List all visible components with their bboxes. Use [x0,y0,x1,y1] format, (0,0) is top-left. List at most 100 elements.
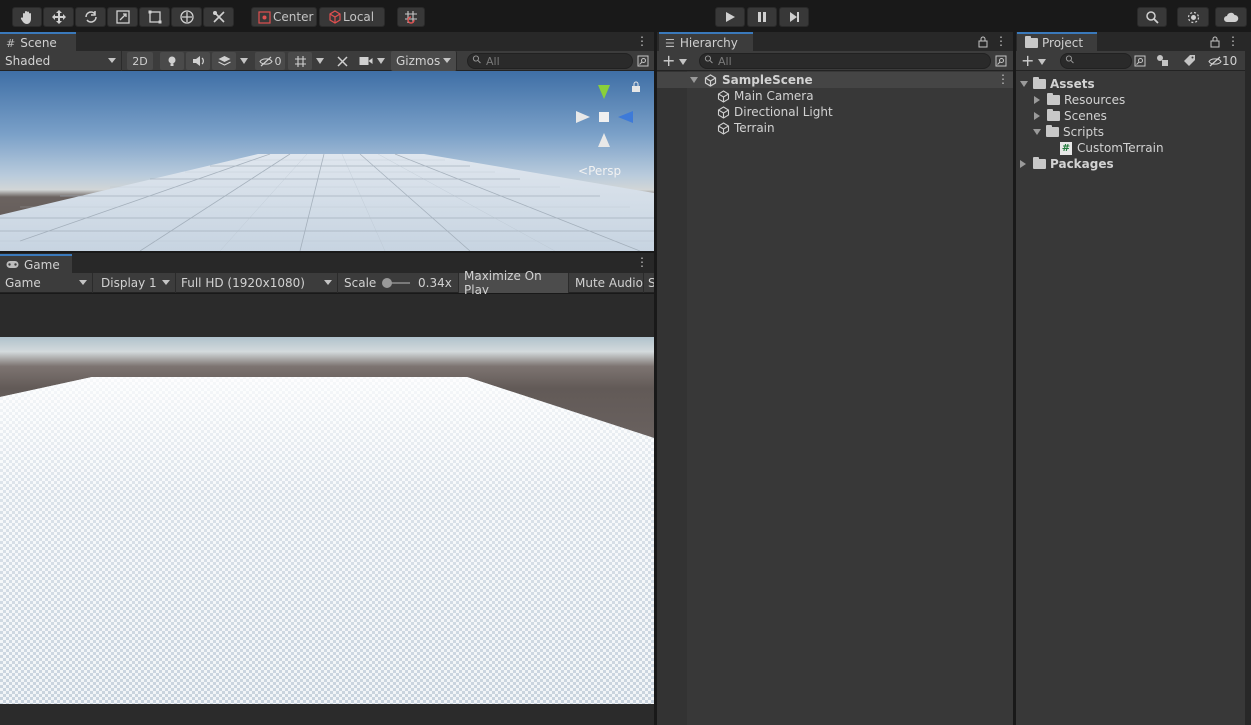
hierarchy-search-input[interactable]: All [699,53,991,69]
gamepad-icon [6,259,19,272]
scene-root-row[interactable]: SampleScene ⋮ [657,72,1013,88]
gizmos-label: Gizmos [396,54,441,68]
packages-label: Packages [1050,157,1114,171]
project-folder-row[interactable]: Resources [1034,92,1125,108]
shading-mode-dropdown[interactable]: Shaded [0,51,122,71]
hierarchy-menu-icon[interactable]: ⋮ [995,34,1007,48]
pause-button[interactable] [747,7,777,27]
lightbulb-icon [168,56,176,66]
scene-search-input[interactable]: All [467,53,633,69]
projection-label[interactable]: <Persp [578,164,621,178]
axis-gizmo-icon [576,85,633,147]
resolution-dropdown[interactable]: Full HD (1920x1080) [176,273,338,293]
game-view-dropdown[interactable]: Game [0,273,93,293]
camera-settings-dropdown[interactable] [357,52,387,70]
pivot-local-button[interactable]: Local [319,7,385,27]
filter-by-type-button[interactable] [1156,54,1172,68]
main-toolbar: Center Local [0,0,1251,32]
snap-grid-button[interactable] [397,7,425,27]
scale-value: 0.34x [418,276,452,290]
maximize-on-play-toggle[interactable]: Maximize On Play [459,269,569,297]
rotate-tool-button[interactable] [75,7,106,27]
mute-audio-toggle[interactable]: Mute Audio [570,273,644,293]
maximize-label: Maximize On Play [464,269,542,297]
lock-icon[interactable] [631,81,641,93]
project-search-filter-button[interactable] [1134,55,1146,67]
scale-slider-handle[interactable] [382,278,392,288]
step-button[interactable] [779,7,809,27]
gizmos-dropdown[interactable]: Gizmos [391,51,457,71]
game-menu-icon[interactable]: ⋮ [636,255,648,269]
hierarchy-item[interactable]: Terrain [717,120,775,136]
hand-tool-button[interactable] [12,7,42,27]
camera-icon [359,57,373,65]
mode-2d-label: 2D [132,54,148,68]
cloud-button[interactable] [1215,7,1247,27]
hidden-objects-toggle[interactable]: 0 [255,52,285,70]
assets-folder-row[interactable]: Assets [1020,76,1095,92]
chevron-down-icon [377,58,385,64]
tab-hierarchy-label: Hierarchy [679,36,738,50]
scene-menu-icon[interactable]: ⋮ [636,34,648,48]
grid-toggle[interactable] [288,52,312,70]
grid-visibility-icon [294,55,306,67]
tab-scene[interactable]: # Scene [0,32,76,52]
project-folder-row[interactable]: Scenes [1034,108,1107,124]
create-dropdown[interactable]: + [662,52,690,70]
folder-open-icon [1033,77,1046,89]
hierarchy-item[interactable]: Directional Light [717,104,833,120]
grid-dropdown[interactable] [313,52,327,70]
local-cube-icon [329,10,341,24]
project-search-input[interactable] [1060,53,1132,69]
services-icon [1187,11,1199,23]
effects-toggle[interactable] [212,52,236,70]
services-button[interactable] [1177,7,1209,27]
project-folder-row[interactable]: Scripts [1033,124,1104,140]
rect-tool-button[interactable] [139,7,170,27]
tools-icon [212,11,225,23]
tab-game[interactable]: Game [0,254,72,274]
speaker-icon [192,56,204,66]
display-value: Display 1 [101,276,157,290]
scale-tool-button[interactable] [107,7,138,27]
game-viewport[interactable] [0,337,654,704]
hierarchy-item[interactable]: Main Camera [717,88,814,104]
transform-tool-button[interactable] [171,7,202,27]
hierarchy-search-filter-button[interactable] [995,55,1007,67]
editor-tools-button[interactable] [331,52,353,70]
orientation-gizmo[interactable] [573,81,637,153]
script-file-row[interactable]: # CustomTerrain [1060,140,1164,156]
project-create-dropdown[interactable]: + [1021,52,1049,70]
game-letterbox-top [0,294,654,337]
hidden-packages-toggle[interactable]: 10 [1208,54,1246,68]
project-scrollbar[interactable] [1245,51,1251,725]
stats-toggle[interactable]: S [644,273,656,293]
tab-project[interactable]: Project [1017,32,1097,52]
filter-by-label-button[interactable] [1183,54,1199,68]
project-menu-icon[interactable]: ⋮ [1227,34,1239,48]
custom-tool-button[interactable] [203,7,234,27]
play-button[interactable] [715,7,745,27]
folder-icon [1047,109,1060,121]
lighting-toggle[interactable] [160,52,184,70]
scene-menu-kebab-icon[interactable]: ⋮ [997,72,1009,86]
scene-control-bar: Shaded 2D 0 Gizmos All [0,51,654,71]
mode-2d-button[interactable]: 2D [127,52,153,70]
scene-search-filter-button[interactable] [636,52,650,70]
scene-viewport[interactable]: <Persp [0,71,654,251]
move-tool-button[interactable] [43,7,74,27]
folder-icon [1033,157,1046,169]
search-button[interactable] [1137,7,1167,27]
tab-hierarchy[interactable]: ☰ Hierarchy [659,32,753,52]
expand-triangle-icon [1020,81,1028,87]
audio-toggle[interactable] [186,52,210,70]
shapes-filter-icon [1157,55,1168,66]
chevron-down-icon [316,58,324,64]
lock-icon[interactable] [1210,36,1220,48]
effects-dropdown[interactable] [237,52,251,70]
packages-folder-row[interactable]: Packages [1020,156,1114,172]
display-dropdown[interactable]: Display 1 [96,273,176,293]
scene-terrain-grid [0,153,654,251]
lock-icon[interactable] [978,36,988,48]
pivot-center-button[interactable]: Center [251,7,317,27]
